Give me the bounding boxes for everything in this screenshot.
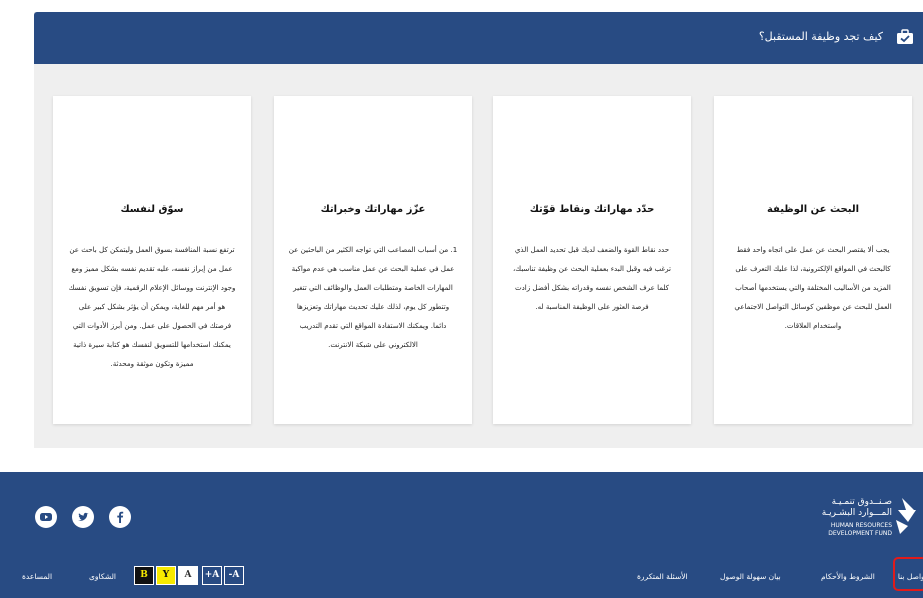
card-body: 1. من أسباب المصاعب التي تواجه الكثير من… xyxy=(288,245,458,349)
contrast-yellow-button[interactable]: Y xyxy=(156,566,176,585)
highlight-box xyxy=(893,557,923,591)
future-job-section: كيف تجد وظيفة المستقبل؟ البحث عن الوظيفة… xyxy=(34,12,923,448)
card-title: البحث عن الوظيفة xyxy=(766,204,860,215)
card-title: حدّد مهاراتك ونقاط قوّتك xyxy=(529,204,655,215)
hrdf-logo[interactable]: صـنــدوق تنمـيـة المـــوارد البشـريـة HU… xyxy=(812,496,920,548)
terms-link[interactable]: الشروط والأحكام xyxy=(821,572,875,581)
twitter-icon[interactable] xyxy=(72,506,94,528)
faq-link[interactable]: الأسئلة المتكررة xyxy=(637,572,688,581)
logo-text-ar: صـنــدوق تنمـيـة xyxy=(831,497,892,507)
youtube-icon[interactable] xyxy=(35,506,57,528)
card-body: يجب ألا يقتصر البحث عن عمل على اتجاه واح… xyxy=(734,245,892,330)
logo-mark-icon xyxy=(896,498,916,534)
logo-text-en: DEVELOPMENT FUND xyxy=(828,530,892,537)
card-title: عزّز مهاراتك وخبراتك xyxy=(320,204,426,215)
contrast-white-button[interactable]: A xyxy=(178,566,198,585)
contrast-black-button[interactable]: B xyxy=(134,566,154,585)
font-increase-button[interactable]: +A xyxy=(202,566,222,585)
card-enhance-skills: عزّز مهاراتك وخبراتك 1. من أسباب المصاعب… xyxy=(274,96,472,424)
logo-text-ar: المـــوارد البشـريـة xyxy=(821,508,892,518)
font-decrease-button[interactable]: -A xyxy=(224,566,244,585)
briefcase-check-icon xyxy=(897,29,913,44)
card-skills-strengths: حدّد مهاراتك ونقاط قوّتك حدد نقاط القوة … xyxy=(493,96,691,424)
help-link[interactable]: المساعدة xyxy=(22,572,52,581)
card-title: سوّق لنفسك xyxy=(120,204,184,215)
section-header: كيف تجد وظيفة المستقبل؟ xyxy=(34,12,923,64)
facebook-icon[interactable] xyxy=(109,506,131,528)
logo-text-en: HUMAN RESOURCES xyxy=(830,522,892,529)
card-market-yourself: سوّق لنفسك ترتفع نسبة المنافسة بسوق العم… xyxy=(53,96,251,424)
card-body: ترتفع نسبة المنافسة بسوق العمل وليتمكن ك… xyxy=(68,245,236,368)
section-title: كيف تجد وظيفة المستقبل؟ xyxy=(758,30,883,43)
card-job-search: البحث عن الوظيفة يجب ألا يقتصر البحث عن … xyxy=(714,96,912,424)
accessibility-statement-link[interactable]: بيان سهولة الوصول xyxy=(720,572,781,581)
card-body: حدد نقاط القوة والضعف لديك قبل تحديد الع… xyxy=(512,245,672,311)
complaints-link[interactable]: الشكاوى xyxy=(89,572,116,581)
